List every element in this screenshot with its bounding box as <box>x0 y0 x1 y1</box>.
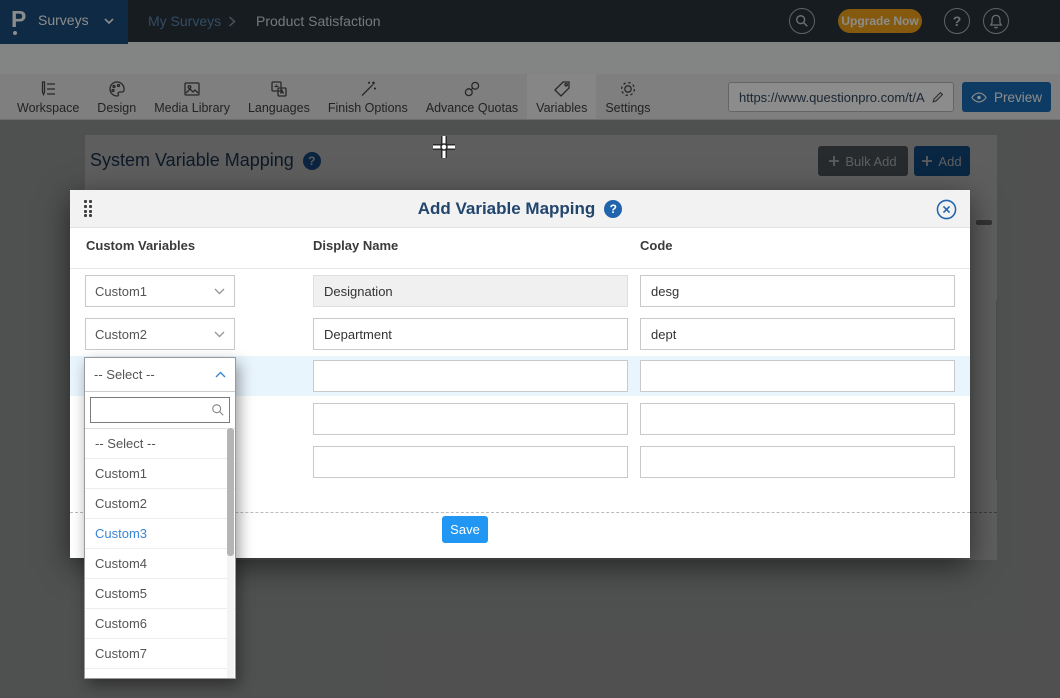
variable-select-row1[interactable]: Custom1 <box>85 275 235 307</box>
dropdown-search-input[interactable] <box>91 403 211 417</box>
display-name-input-row5[interactable] <box>313 446 628 478</box>
chevron-up-icon <box>215 371 226 378</box>
display-name-input-row3[interactable] <box>313 360 628 392</box>
display-name-input-row2[interactable] <box>313 318 628 350</box>
code-input-row4[interactable] <box>640 403 955 435</box>
variable-select-row2[interactable]: Custom2 <box>85 318 235 350</box>
chevron-down-icon <box>214 288 225 295</box>
dropdown-scrollbar-thumb[interactable] <box>227 428 234 556</box>
code-input-row2[interactable] <box>640 318 955 350</box>
close-icon[interactable] <box>936 199 957 220</box>
dropdown-option-custom3[interactable]: Custom3 <box>85 518 235 548</box>
dropdown-option-custom1[interactable]: Custom1 <box>85 458 235 488</box>
variable-select-value: Custom1 <box>95 284 147 299</box>
variable-select-value: Custom2 <box>95 327 147 342</box>
variable-select-row3[interactable]: -- Select -- <box>85 358 235 392</box>
display-name-input-row1[interactable] <box>313 275 628 307</box>
search-icon <box>211 403 225 417</box>
dropdown-option-list: -- Select -- Custom1 Custom2 Custom3 Cus… <box>85 428 235 678</box>
save-button[interactable]: Save <box>442 516 488 543</box>
modal-title: Add Variable Mapping <box>418 199 596 219</box>
modal-help-icon[interactable]: ? <box>604 200 622 218</box>
dropdown-search-box <box>90 397 230 423</box>
variable-select-value: -- Select -- <box>94 367 155 382</box>
dropdown-option-custom5[interactable]: Custom5 <box>85 578 235 608</box>
column-header-custom-variables: Custom Variables <box>86 238 195 253</box>
code-input-row5[interactable] <box>640 446 955 478</box>
dropdown-option-partial <box>85 668 235 678</box>
dropdown-option-custom2[interactable]: Custom2 <box>85 488 235 518</box>
variable-select-dropdown: -- Select -- -- Select -- Custom1 Custom… <box>84 357 236 679</box>
chevron-down-icon <box>214 331 225 338</box>
column-header-display-name: Display Name <box>313 238 398 253</box>
header-divider <box>70 268 970 269</box>
code-input-row3[interactable] <box>640 360 955 392</box>
code-input-row1[interactable] <box>640 275 955 307</box>
display-name-input-row4[interactable] <box>313 403 628 435</box>
modal-title-row: Add Variable Mapping ? <box>70 190 970 228</box>
dropdown-option-select[interactable]: -- Select -- <box>85 428 235 458</box>
dropdown-option-custom4[interactable]: Custom4 <box>85 548 235 578</box>
dropdown-option-custom6[interactable]: Custom6 <box>85 608 235 638</box>
dropdown-option-custom7[interactable]: Custom7 <box>85 638 235 668</box>
screen: P Surveys My Surveys Product Satisfactio… <box>0 0 1060 698</box>
column-header-code: Code <box>640 238 673 253</box>
